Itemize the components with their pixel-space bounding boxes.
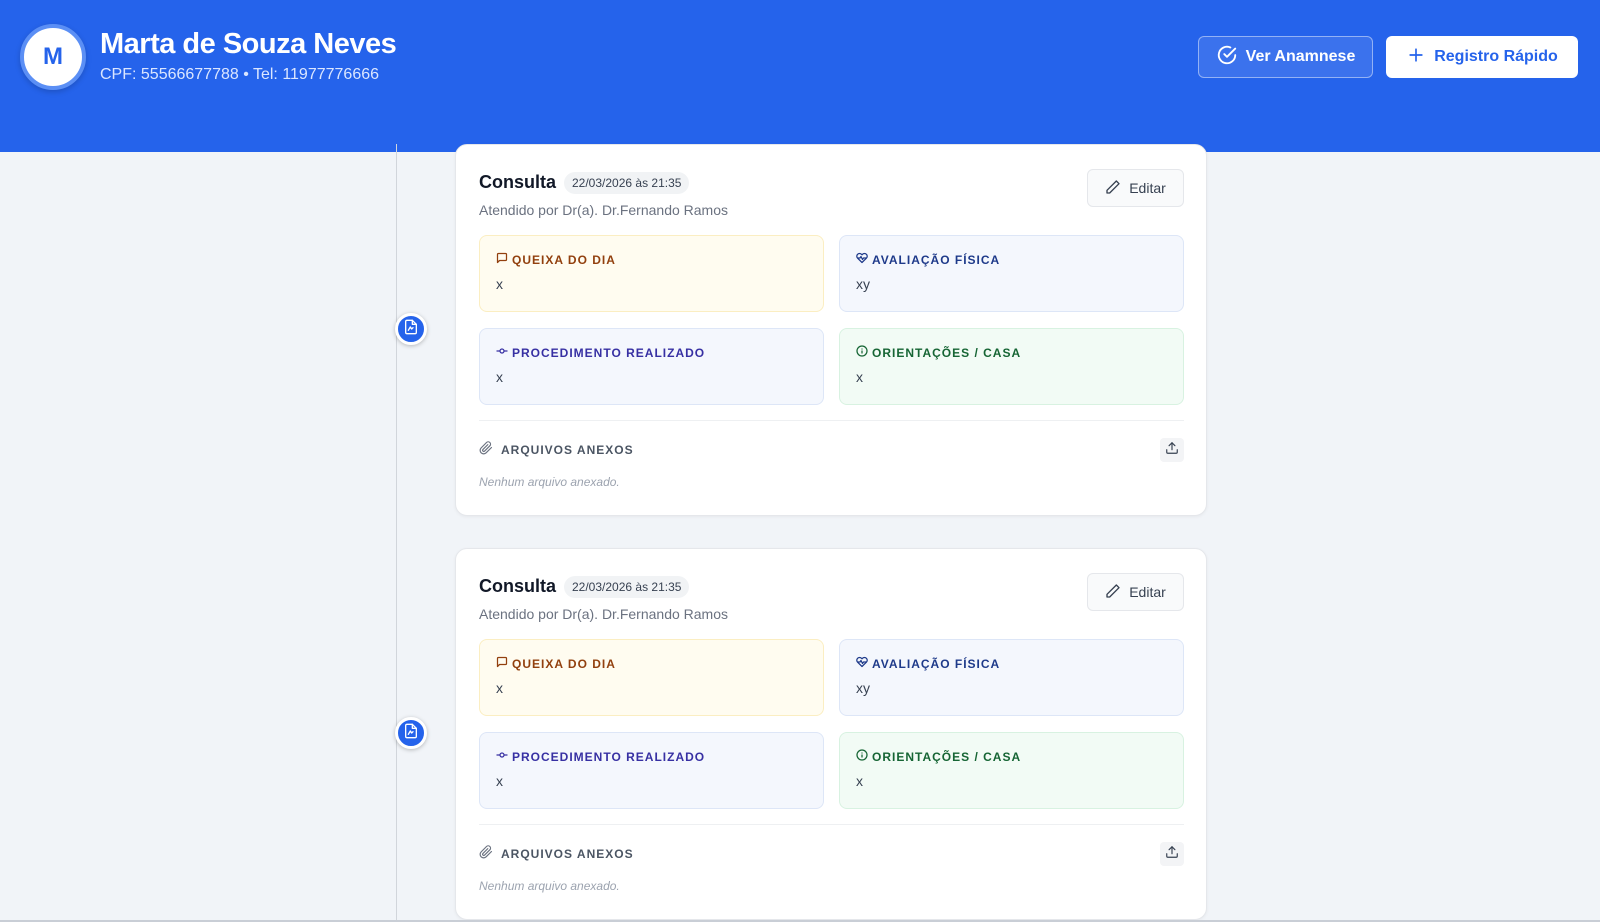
section-queixa-label: QUEIXA DO DIA (496, 656, 616, 671)
section-procedimento-label-text: PROCEDIMENTO REALIZADO (512, 345, 706, 360)
section-orientacoes: ORIENTAÇÕES / CASA x (839, 732, 1184, 809)
upload-button[interactable] (1160, 438, 1184, 462)
section-orientacoes-label-text: ORIENTAÇÕES / CASA (872, 345, 1022, 360)
git-commit-icon (496, 345, 508, 360)
plus-icon (1406, 45, 1426, 70)
section-queixa-label-text: QUEIXA DO DIA (512, 252, 616, 267)
edit-button[interactable]: Editar (1087, 169, 1184, 207)
no-files-text: Nenhum arquivo anexado. (479, 475, 620, 489)
upload-icon (1165, 441, 1179, 460)
section-procedimento: PROCEDIMENTO REALIZADO x (479, 732, 824, 809)
record-date-badge: 22/03/2026 às 21:35 (564, 576, 690, 598)
section-avaliacao-label-text: AVALIAÇÃO FÍSICA (872, 656, 1001, 671)
section-procedimento-label: PROCEDIMENTO REALIZADO (496, 749, 705, 764)
section-procedimento-value: x (496, 369, 503, 385)
section-procedimento-label: PROCEDIMENTO REALIZADO (496, 345, 705, 360)
pencil-icon (1105, 179, 1121, 198)
edit-button[interactable]: Editar (1087, 573, 1184, 611)
section-avaliacao-value: xy (856, 276, 870, 292)
avatar: M (20, 24, 86, 90)
registro-rapido-button[interactable]: Registro Rápido (1386, 36, 1578, 78)
divider (479, 824, 1184, 825)
info-icon (856, 749, 868, 764)
section-orientacoes: ORIENTAÇÕES / CASA x (839, 328, 1184, 405)
record-title: Consulta (479, 576, 557, 596)
section-queixa: QUEIXA DO DIA x (479, 235, 824, 312)
record-attended-by: Atendido por Dr(a). Dr.Fernando Ramos (479, 606, 728, 622)
upload-icon (1165, 845, 1179, 864)
section-orientacoes-label: ORIENTAÇÕES / CASA (856, 345, 1021, 360)
ver-anamnese-button[interactable]: Ver Anamnese (1198, 36, 1373, 78)
section-avaliacao-label: AVALIAÇÃO FÍSICA (856, 656, 1000, 671)
patient-meta: CPF: 55566677788 • Tel: 11977776666 (100, 66, 380, 83)
file-signature-icon (403, 723, 419, 744)
patient-name: Marta de Souza Neves (100, 28, 397, 60)
attachments-label-text: ARQUIVOS ANEXOS (501, 846, 634, 861)
record-attended-by: Atendido por Dr(a). Dr.Fernando Ramos (479, 202, 728, 218)
section-queixa-label: QUEIXA DO DIA (496, 252, 616, 267)
timeline-dot (395, 717, 427, 749)
section-queixa-value: x (496, 276, 503, 292)
attachments-label: ARQUIVOS ANEXOS (479, 441, 634, 458)
git-commit-icon (496, 749, 508, 764)
registro-rapido-label: Registro Rápido (1434, 48, 1558, 65)
ver-anamnese-label: Ver Anamnese (1245, 48, 1356, 65)
section-procedimento-value: x (496, 773, 503, 789)
section-procedimento-label-text: PROCEDIMENTO REALIZADO (512, 749, 706, 764)
attachments-label: ARQUIVOS ANEXOS (479, 845, 634, 862)
section-avaliacao-label-text: AVALIAÇÃO FÍSICA (872, 252, 1001, 267)
section-queixa-label-text: QUEIXA DO DIA (512, 656, 616, 671)
message-square-icon (496, 656, 508, 671)
heart-pulse-icon (856, 252, 868, 267)
attachments-label-text: ARQUIVOS ANEXOS (501, 442, 634, 457)
record-title: Consulta (479, 172, 557, 192)
record-card: Consulta 22/03/2026 às 21:35 Atendido po… (455, 144, 1207, 516)
heart-pulse-icon (856, 656, 868, 671)
check-circle-icon (1216, 44, 1238, 71)
paperclip-icon (479, 441, 493, 458)
upload-button[interactable] (1160, 842, 1184, 866)
file-signature-icon (403, 319, 419, 340)
section-orientacoes-label: ORIENTAÇÕES / CASA (856, 749, 1021, 764)
section-avaliacao: AVALIAÇÃO FÍSICA xy (839, 235, 1184, 312)
section-orientacoes-label-text: ORIENTAÇÕES / CASA (872, 749, 1022, 764)
timeline-dot (395, 313, 427, 345)
section-queixa: QUEIXA DO DIA x (479, 639, 824, 716)
edit-label: Editar (1129, 180, 1166, 196)
section-avaliacao-value: xy (856, 680, 870, 696)
paperclip-icon (479, 845, 493, 862)
section-queixa-value: x (496, 680, 503, 696)
edit-label: Editar (1129, 584, 1166, 600)
section-orientacoes-value: x (856, 369, 863, 385)
section-avaliacao-label: AVALIAÇÃO FÍSICA (856, 252, 1000, 267)
patient-header: M Marta de Souza Neves CPF: 55566677788 … (0, 0, 1600, 152)
timeline-line (396, 144, 397, 922)
pencil-icon (1105, 583, 1121, 602)
section-procedimento: PROCEDIMENTO REALIZADO x (479, 328, 824, 405)
no-files-text: Nenhum arquivo anexado. (479, 879, 620, 893)
section-orientacoes-value: x (856, 773, 863, 789)
section-avaliacao: AVALIAÇÃO FÍSICA xy (839, 639, 1184, 716)
divider (479, 420, 1184, 421)
message-square-icon (496, 252, 508, 267)
record-card: Consulta 22/03/2026 às 21:35 Atendido po… (455, 548, 1207, 920)
info-icon (856, 345, 868, 360)
record-date-badge: 22/03/2026 às 21:35 (564, 172, 690, 194)
